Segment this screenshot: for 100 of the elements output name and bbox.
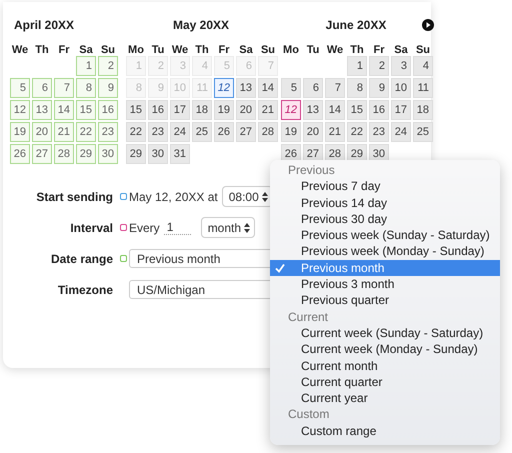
menu-item[interactable]: Current week (Monday - Sunday) (270, 341, 500, 358)
calendar-day[interactable]: 9 (98, 78, 118, 98)
calendar-day[interactable]: 8 (347, 78, 367, 98)
interval-prefix: Every (129, 220, 160, 234)
calendar-day[interactable]: 13 (303, 100, 323, 120)
interval-count-field[interactable]: 1 (164, 220, 191, 235)
calendar-day[interactable]: 17 (391, 100, 411, 120)
calendar-day[interactable]: 16 (148, 100, 168, 120)
calendar-day[interactable]: 19 (281, 122, 301, 142)
calendar-day[interactable]: 24 (391, 122, 411, 142)
calendar-day[interactable]: 30 (148, 144, 168, 164)
calendar-day[interactable]: 20 (303, 122, 323, 142)
calendar-day[interactable]: 13 (236, 78, 256, 98)
calendar-day[interactable]: 2 (369, 56, 389, 76)
menu-item[interactable]: Previous 7 day (270, 178, 500, 195)
calendar-day[interactable]: 23 (369, 122, 389, 142)
calendar-day[interactable]: 21 (325, 122, 345, 142)
calendar-day[interactable]: 7 (54, 78, 74, 98)
calendar-day[interactable]: 14 (325, 100, 345, 120)
calendar-day[interactable]: 28 (54, 144, 74, 164)
calendar-day[interactable]: 18 (413, 100, 433, 120)
weekday-label: Su (260, 43, 276, 52)
menu-item[interactable]: Previous week (Sunday - Saturday) (270, 227, 500, 244)
time-select[interactable]: 08:00 (222, 186, 273, 207)
calendar-day[interactable]: 9 (369, 78, 389, 98)
menu-item[interactable]: Current month (270, 358, 500, 374)
calendar-day[interactable]: 25 (192, 122, 212, 142)
field-label: Date range (50, 252, 113, 266)
weekday-label: Mo (127, 43, 145, 52)
calendar-day[interactable]: 15 (347, 100, 367, 120)
calendar-day[interactable]: 19 (214, 100, 234, 120)
calendar-day[interactable]: 14 (258, 78, 278, 98)
calendar-day[interactable]: 7 (325, 78, 345, 98)
next-month-icon[interactable] (422, 19, 434, 31)
calendar-day[interactable]: 24 (170, 122, 190, 142)
calendar-day[interactable]: 25 (413, 122, 433, 142)
month-title: April 20XX (14, 18, 74, 32)
calendar-day[interactable]: 21 (258, 100, 278, 120)
calendar-day[interactable]: 1 (347, 56, 367, 76)
calendar-day[interactable]: 3 (391, 56, 411, 76)
calendar-day[interactable]: 16 (98, 100, 118, 120)
weekday-label: Sa (78, 43, 94, 52)
menu-item[interactable]: Previous 14 day (270, 194, 500, 211)
weekday-label: Sa (393, 43, 409, 52)
calendar-day[interactable]: 31 (170, 144, 190, 164)
calendar-day[interactable]: 2 (98, 56, 118, 76)
calendar-day[interactable]: 12 (214, 78, 234, 98)
calendar-day[interactable]: 15 (76, 100, 96, 120)
menu-item[interactable]: Current year (270, 390, 500, 406)
calendar-day[interactable]: 12 (281, 100, 301, 120)
calendar-day[interactable]: 14 (54, 100, 74, 120)
calendar-day[interactable]: 8 (76, 78, 96, 98)
weekday-label: Th (194, 43, 210, 52)
weekday-label: Su (414, 43, 432, 52)
calendar-day[interactable]: 5 (10, 78, 30, 98)
weekday-label: We (170, 43, 190, 52)
weekday-label: Fr (372, 43, 386, 52)
menu-item[interactable]: Custom range (270, 422, 500, 440)
calendar-day[interactable]: 26 (214, 122, 234, 142)
menu-item[interactable]: Current quarter (270, 374, 500, 390)
calendar-day[interactable]: 23 (98, 122, 118, 142)
unit-select[interactable]: month (200, 217, 256, 238)
calendar-day[interactable]: 29 (76, 144, 96, 164)
menu-item[interactable]: Current week (Sunday - Saturday) (270, 324, 500, 342)
weekday-label: We (10, 43, 30, 52)
calendar-day[interactable]: 22 (126, 122, 146, 142)
calendar-day[interactable]: 6 (32, 78, 52, 98)
menu-group-header: Current (287, 308, 330, 325)
menu-item[interactable]: Previous month (270, 260, 500, 276)
calendar-day[interactable]: 15 (126, 100, 146, 120)
calendar-day[interactable]: 4 (413, 56, 433, 76)
calendar-day[interactable]: 22 (76, 122, 96, 142)
calendar-day[interactable]: 20 (236, 100, 256, 120)
calendar-day[interactable]: 30 (98, 144, 118, 164)
calendar-day[interactable]: 12 (10, 100, 30, 120)
calendar-day[interactable]: 23 (148, 122, 168, 142)
calendar-day[interactable]: 26 (10, 144, 30, 164)
weekday-label: Th (349, 43, 365, 52)
calendar-day[interactable]: 20 (32, 122, 52, 142)
calendar-day[interactable]: 27 (236, 122, 256, 142)
calendar-day[interactable]: 6 (303, 78, 323, 98)
calendar-day[interactable]: 21 (54, 122, 74, 142)
calendar-day[interactable]: 10 (391, 78, 411, 98)
calendar-day[interactable]: 27 (32, 144, 52, 164)
calendar-day[interactable]: 13 (32, 100, 52, 120)
calendar-day[interactable]: 1 (76, 56, 96, 76)
calendar-day[interactable]: 5 (281, 78, 301, 98)
calendar-day[interactable]: 11 (413, 78, 433, 98)
weekday-label: Th (34, 43, 50, 52)
menu-item[interactable]: Previous 30 day (270, 210, 500, 228)
month-title: May 20XX (172, 18, 230, 32)
calendar-day[interactable]: 22 (347, 122, 367, 142)
weekday-label: Tu (306, 43, 320, 52)
calendar-day[interactable]: 16 (369, 100, 389, 120)
weekday-label: Sa (238, 43, 254, 52)
calendar-day[interactable]: 18 (192, 100, 212, 120)
calendar-day[interactable]: 19 (10, 122, 30, 142)
calendar-day[interactable]: 28 (258, 122, 278, 142)
calendar-day[interactable]: 17 (170, 100, 190, 120)
calendar-day[interactable]: 29 (126, 144, 146, 164)
